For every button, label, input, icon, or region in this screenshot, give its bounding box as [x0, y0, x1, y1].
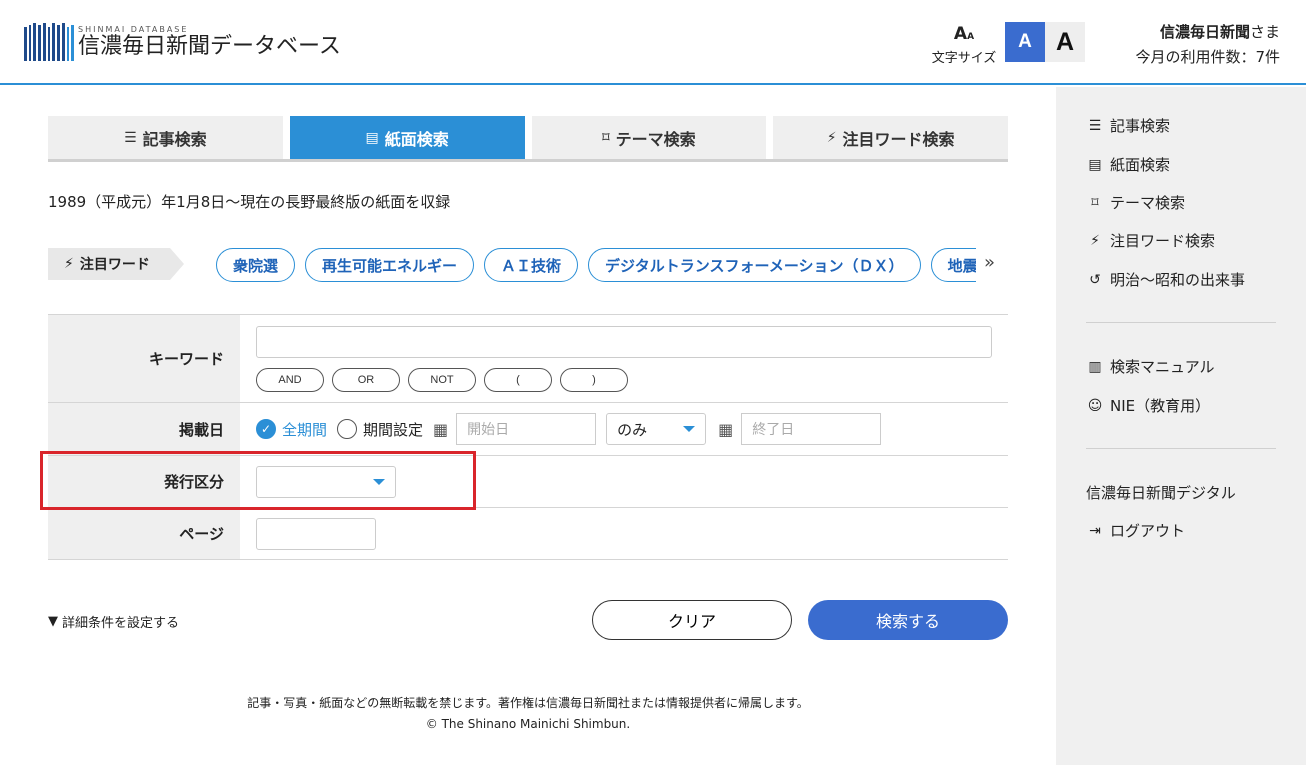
copyright-notice: 記事・写真・紙面などの無断転載を禁じます。著作権は信濃毎日新聞社または情報提供者…	[247, 696, 809, 710]
sidebar-item-digital[interactable]: 信濃毎日新聞デジタル	[1086, 482, 1236, 503]
user-suffix: さま	[1249, 23, 1280, 41]
sidebar: ☰ 記事検索 ▤ 紙面検索 ⌑ テーマ検索 ⚡ 注目ワード検索 ↺ 明治〜昭和の出来事 ▥…	[1056, 87, 1306, 765]
op-close-paren-button[interactable]: )	[560, 367, 628, 392]
sidebar-item-page-search[interactable]: ▤ 紙面検索	[1086, 154, 1170, 175]
logo-mark-icon	[24, 23, 75, 61]
trending-chip[interactable]: ＡＩ技術	[484, 248, 579, 282]
page-label: ページ	[48, 508, 240, 559]
font-size-icon: AA	[953, 24, 975, 44]
scroll-right-icon[interactable]: »	[984, 252, 995, 273]
lightning-icon: ⚡	[1090, 232, 1100, 249]
page-input[interactable]	[256, 517, 376, 550]
list-icon: ☰	[124, 129, 137, 146]
newspaper-icon: ▤	[1088, 156, 1102, 173]
trending-chip[interactable]: 再生可能エネルギー	[305, 248, 475, 282]
lightning-icon: ⚡	[64, 256, 74, 272]
font-small-button[interactable]: A	[1005, 22, 1045, 62]
logout-icon: ⇥	[1089, 522, 1101, 539]
op-and-button[interactable]: AND	[256, 367, 324, 392]
trending-chip[interactable]: 衆院選	[216, 248, 296, 282]
sidebar-item-theme-search[interactable]: ⌑ テーマ検索	[1086, 192, 1185, 213]
trending-chip[interactable]: デジタルトランスフォーメーション（ＤＸ）	[588, 248, 921, 282]
triangle-down-icon: ▼	[48, 614, 58, 629]
font-large-button[interactable]: A	[1045, 22, 1085, 62]
search-form: キーワード AND OR NOT ( ) 掲載日 ✓ 全期間 期間設定 ▦ 開始日…	[48, 314, 1008, 560]
date-label: 掲載日	[48, 403, 240, 455]
coverage-notice: 1989（平成元）年1月8日〜現在の長野最終版の紙面を収録	[48, 193, 451, 211]
highlight-box	[40, 451, 476, 510]
sidebar-divider	[1086, 448, 1276, 449]
detail-toggle[interactable]: ▼ 詳細条件を設定する	[48, 612, 179, 631]
search-tabs: ☰ 記事検索 ▤ 紙面検索 ⌑ テーマ検索 ⚡ 注目ワード検索	[48, 116, 1008, 162]
smile-icon: ☺	[1087, 397, 1103, 414]
newspaper-icon: ▤	[365, 129, 379, 146]
check-icon: ✓	[256, 419, 276, 439]
sidebar-divider	[1086, 322, 1276, 323]
book-icon: ▥	[1088, 358, 1102, 375]
sidebar-item-nie[interactable]: ☺ NIE（教育用）	[1086, 395, 1210, 416]
sidebar-item-article-search[interactable]: ☰ 記事検索	[1086, 115, 1170, 136]
clear-button[interactable]: クリア	[592, 600, 792, 640]
start-date-input[interactable]: 開始日	[456, 413, 597, 445]
tab-theme-search[interactable]: ⌑ テーマ検索	[531, 116, 767, 159]
bookmark-icon: ⌑	[602, 129, 610, 146]
chevron-down-icon	[683, 426, 696, 432]
logo-subtitle: SHINMAI DATABASE	[78, 24, 189, 34]
tab-article-search[interactable]: ☰ 記事検索	[48, 116, 283, 159]
op-not-button[interactable]: NOT	[408, 367, 476, 392]
header: SHINMAI DATABASE 信濃毎日新聞データベース AA 文字サイズ A…	[0, 0, 1306, 85]
logo-title: 信濃毎日新聞データベース	[78, 33, 341, 59]
font-size-control: AA 文字サイズ	[928, 24, 1000, 66]
site-logo[interactable]: SHINMAI DATABASE 信濃毎日新聞データベース	[24, 22, 341, 62]
set-period-radio[interactable]: 期間設定	[337, 419, 423, 440]
keyword-label: キーワード	[48, 315, 240, 402]
op-or-button[interactable]: OR	[332, 367, 400, 392]
trending-chips: 衆院選 再生可能エネルギー ＡＩ技術 デジタルトランスフォーメーション（ＤＸ） …	[216, 248, 976, 284]
end-date-input[interactable]: 終了日	[741, 413, 882, 445]
sidebar-item-history[interactable]: ↺ 明治〜昭和の出来事	[1086, 269, 1245, 290]
font-size-label: 文字サイズ	[931, 51, 997, 66]
list-icon: ☰	[1088, 117, 1102, 134]
calendar-icon[interactable]: ▦	[718, 420, 733, 439]
bookmark-icon: ⌑	[1091, 194, 1099, 211]
history-icon: ↺	[1089, 271, 1101, 288]
op-open-paren-button[interactable]: (	[484, 367, 552, 392]
user-name: 信濃毎日新聞	[1159, 23, 1250, 41]
user-info: 信濃毎日新聞さま 今月の利用件数：7件	[1135, 20, 1280, 70]
trending-chip[interactable]: 地震	[930, 248, 976, 282]
trending-label: ⚡ 注目ワード	[48, 248, 184, 280]
sidebar-item-trending-search[interactable]: ⚡ 注目ワード検索	[1086, 230, 1215, 251]
all-period-radio[interactable]: ✓ 全期間	[256, 419, 327, 440]
keyword-input[interactable]	[256, 325, 992, 358]
sidebar-item-logout[interactable]: ⇥ ログアウト	[1086, 520, 1185, 541]
tab-page-search[interactable]: ▤ 紙面検索	[289, 116, 525, 159]
sidebar-item-manual[interactable]: ▥ 検索マニュアル	[1086, 356, 1214, 377]
lightning-icon: ⚡	[826, 129, 837, 146]
usage-count: 今月の利用件数：7件	[1135, 48, 1280, 66]
search-button[interactable]: 検索する	[808, 600, 1008, 640]
copyright-line: © The Shinano Mainichi Shimbun.	[425, 717, 631, 731]
range-select[interactable]: のみ	[606, 413, 707, 445]
tab-trending-search[interactable]: ⚡ 注目ワード検索	[773, 116, 1008, 159]
calendar-icon[interactable]: ▦	[433, 420, 448, 439]
